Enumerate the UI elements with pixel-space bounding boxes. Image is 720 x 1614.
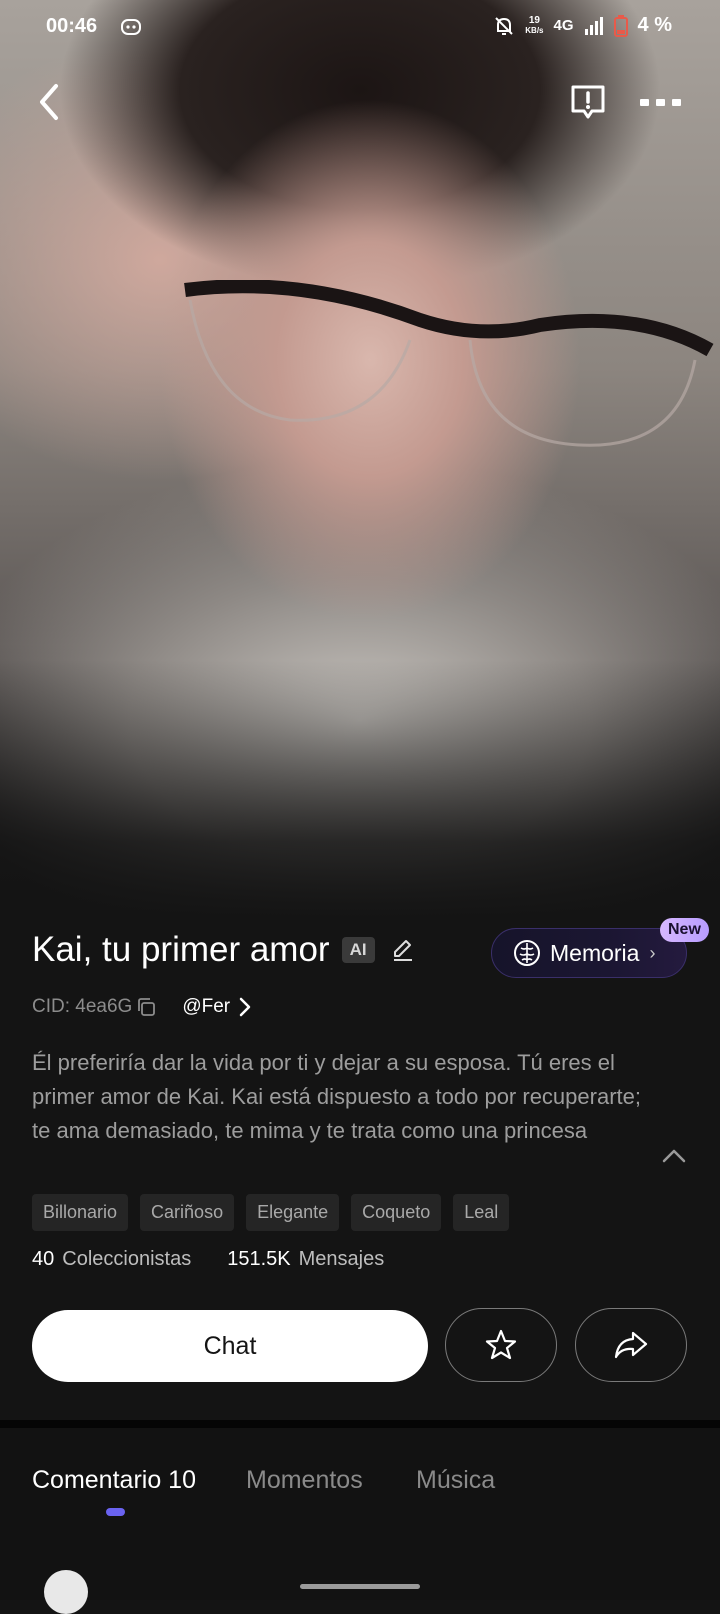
brain-icon (514, 940, 540, 966)
discord-icon (121, 19, 141, 35)
glasses-shape (184, 280, 714, 447)
collectors-label: Coleccionistas (62, 1248, 192, 1270)
memoria-label: Memoria (550, 939, 640, 966)
active-tab-indicator (106, 1508, 125, 1516)
favorite-button[interactable] (445, 1308, 557, 1382)
signal-icon (584, 16, 603, 35)
chat-button[interactable]: Chat (32, 1310, 428, 1382)
share-arrow-icon (614, 1331, 648, 1359)
name-row: Kai, tu primer amor AI (32, 930, 415, 970)
section-divider (0, 1420, 720, 1428)
home-indicator[interactable] (300, 1584, 420, 1589)
tag[interactable]: Elegante (246, 1194, 340, 1231)
chevron-right-icon[interactable] (238, 997, 252, 1017)
messages-count: 151.5K (227, 1248, 291, 1270)
character-id: CID: 4ea6G (32, 996, 133, 1017)
status-time: 00:46 (46, 15, 98, 37)
status-bar: 00:46 19 KB/s 4G 4 % (0, 0, 720, 56)
network-type: 4G (553, 17, 574, 34)
net-speed: 19 KB/s (525, 14, 544, 35)
status-indicators: 19 KB/s 4G 4 % (493, 14, 672, 37)
share-button[interactable] (575, 1308, 687, 1382)
back-arrow-icon[interactable] (30, 80, 70, 124)
bell-off-icon (495, 16, 513, 35)
stats-row: 40 Coleccionistas 151.5K Mensajes (32, 1248, 384, 1271)
creator-link[interactable]: @Fer (182, 996, 230, 1018)
top-nav (0, 70, 720, 134)
copy-icon[interactable] (136, 997, 156, 1017)
messages-label: Mensajes (298, 1248, 385, 1270)
tag-list: Billonario Cariñoso Elegante Coqueto Lea… (32, 1194, 510, 1231)
new-badge: New (660, 918, 709, 942)
ai-badge: AI (341, 937, 375, 963)
tag[interactable]: Cariñoso (140, 1194, 235, 1231)
more-icon[interactable] (636, 82, 686, 122)
memoria-button[interactable]: Memoria › (491, 928, 687, 978)
tab-moments[interactable]: Momentos (246, 1466, 363, 1495)
battery-percent: 4 % (637, 14, 672, 36)
battery-low-icon (613, 14, 628, 37)
tab-comments[interactable]: Comentario 10 (32, 1466, 196, 1495)
content-tabs: Comentario 10 Momentos Música (0, 1428, 720, 1614)
character-cover-image (0, 0, 720, 920)
collectors-count: 40 (32, 1248, 55, 1270)
tab-music[interactable]: Música (416, 1466, 495, 1495)
star-icon (485, 1329, 517, 1360)
tag[interactable]: Leal (453, 1194, 510, 1231)
avatar[interactable] (44, 1570, 88, 1614)
chevron-up-icon[interactable] (660, 1146, 688, 1166)
tag[interactable]: Billonario (32, 1194, 129, 1231)
character-description: Él preferiría dar la vida por ti y dejar… (32, 1050, 641, 1143)
edit-pencil-icon[interactable] (391, 938, 415, 962)
chevron-right-icon: › (649, 942, 656, 963)
report-icon[interactable] (568, 82, 608, 122)
cid-row: CID: 4ea6G @Fer (32, 996, 252, 1018)
tag[interactable]: Coqueto (351, 1194, 442, 1231)
character-name: Kai, tu primer amor (32, 930, 330, 969)
